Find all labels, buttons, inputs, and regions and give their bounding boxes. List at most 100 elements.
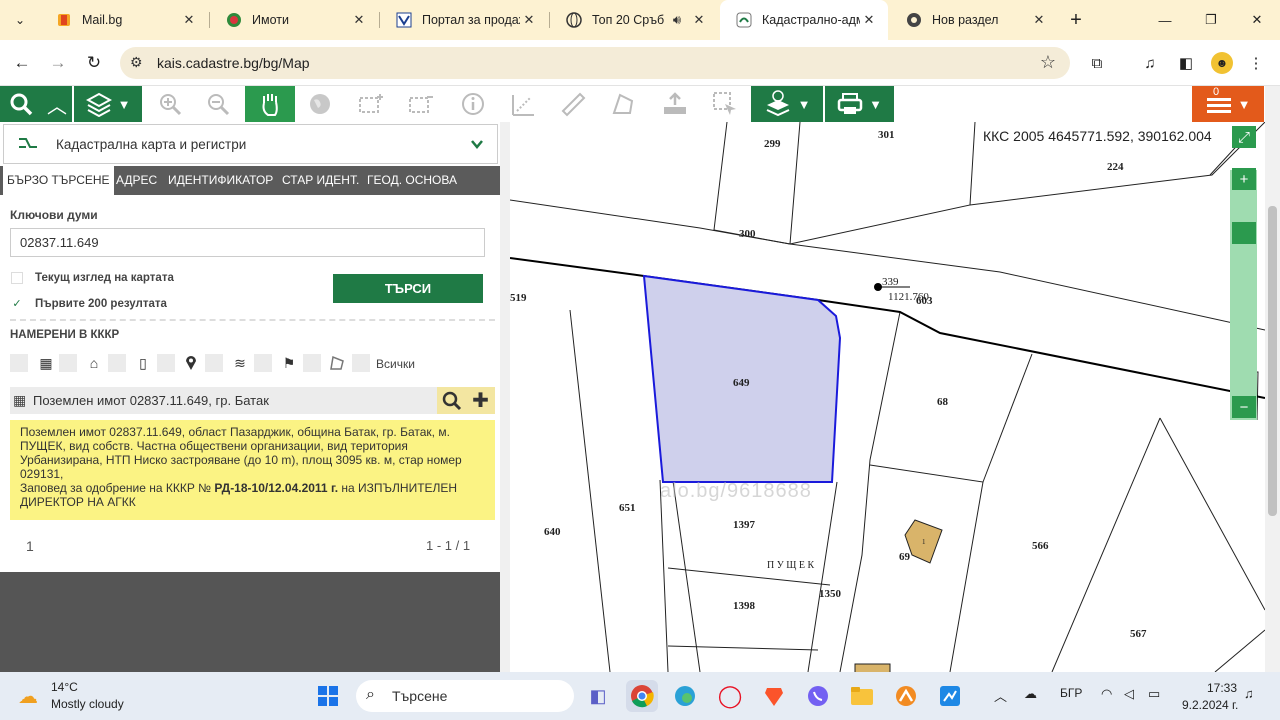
close-icon[interactable]: ✕ (1030, 12, 1048, 28)
weather-temperature[interactable]: 14°C (51, 680, 78, 694)
omnibox[interactable]: ⚙ kais.cadastre.bg/bg/Map ☆ (120, 47, 1070, 79)
url-text[interactable]: kais.cadastre.bg/bg/Map (157, 55, 310, 71)
layers-icon[interactable]: ≋ (231, 354, 249, 372)
result-header[interactable]: ▦ Поземлен имот 02837.11.649, гр. Батак … (10, 387, 495, 414)
tab-search-icon[interactable]: ⌄ (6, 7, 34, 33)
tab-portal[interactable]: Портал за продаж ✕ (380, 0, 548, 40)
tab-cadastre[interactable]: Кадастрално-адм ✕ (720, 0, 888, 40)
battery-icon[interactable]: ▭ (1148, 686, 1160, 702)
map-canvas[interactable]: 299 301 224 300 339 1121.760 603 519 649… (510, 122, 1265, 672)
menu-hamburger-icon[interactable]: ▼ (1192, 86, 1264, 122)
tab-top20[interactable]: Топ 20 Сръбск 🔊︎ ✕ (550, 0, 718, 40)
polygon-icon[interactable] (328, 354, 346, 372)
print-icon[interactable]: ▼ (825, 86, 894, 122)
cadastral-map[interactable]: 299 301 224 300 339 1121.760 603 519 649… (500, 122, 1265, 672)
viber-icon[interactable] (802, 680, 834, 712)
teams-icon[interactable]: ◧ (582, 680, 614, 712)
language-indicator[interactable]: БГР (1060, 686, 1082, 700)
back-icon[interactable]: ← (9, 50, 35, 76)
windows-start-icon[interactable] (312, 680, 344, 712)
result-order-number[interactable]: РД-18-10/12.04.2011 г. (214, 481, 338, 495)
filter-checkbox[interactable] (10, 354, 28, 372)
page-scrollbar[interactable] (1265, 86, 1280, 672)
side-panel-icon[interactable]: ◧ (1175, 52, 1197, 74)
layers-icon[interactable]: ▼ (74, 86, 142, 122)
flag-icon[interactable]: ⚑ (280, 354, 298, 372)
close-icon[interactable]: ✕ (690, 12, 708, 28)
file-explorer-icon[interactable] (846, 680, 878, 712)
tab-address[interactable]: АДРЕС (116, 166, 157, 195)
select-pointer-icon[interactable] (708, 86, 742, 122)
tab-identifier[interactable]: ИДЕНТИФИКАТОР (168, 166, 273, 195)
add-result-icon[interactable]: ✚ (466, 387, 495, 414)
tab-imoti[interactable]: Имоти ✕ (210, 0, 378, 40)
upload-icon[interactable] (658, 86, 692, 122)
taskbar-search[interactable]: ⌕ Търсене (356, 680, 574, 712)
app-orange-icon[interactable] (890, 680, 922, 712)
filter-checkbox[interactable] (157, 354, 175, 372)
location-pin-icon[interactable] (182, 354, 200, 372)
zoom-in-button[interactable]: + (1232, 168, 1256, 190)
scrollbar-thumb[interactable] (1268, 206, 1277, 516)
select-area-icon[interactable] (354, 86, 388, 122)
filter-checkbox[interactable] (254, 354, 272, 372)
collapse-icon[interactable]: ︿ (42, 86, 72, 122)
notification-bell-icon[interactable]: ♫ (1244, 686, 1254, 701)
reload-icon[interactable]: ↻ (81, 50, 107, 76)
deselect-area-icon[interactable] (404, 86, 438, 122)
clock-time[interactable]: 17:33 (1207, 681, 1237, 695)
measure-area-icon[interactable] (606, 86, 640, 122)
bookmark-star-icon[interactable]: ☆ (1040, 52, 1056, 73)
zoom-in-icon[interactable] (152, 86, 188, 122)
weather-cloud-icon[interactable]: ☁ (18, 684, 38, 709)
filter-checkbox[interactable] (59, 354, 77, 372)
onedrive-icon[interactable]: ☁ (1024, 686, 1037, 702)
filter-checkbox-all[interactable] (352, 354, 370, 372)
app-blue-icon[interactable] (934, 680, 966, 712)
site-info-icon[interactable]: ⚙ (130, 54, 143, 71)
zoom-slider-handle[interactable] (1232, 222, 1256, 244)
speaker-icon[interactable]: 🔊︎ (664, 12, 690, 28)
tab-mail[interactable]: Mail.bg ✕ (40, 0, 208, 40)
layer-select-dropdown[interactable]: Кадастрална карта и регистри (3, 124, 498, 164)
zoom-out-icon[interactable] (200, 86, 236, 122)
first200-checkbox[interactable]: ✓ (11, 298, 23, 310)
measure-grid-icon[interactable] (506, 86, 540, 122)
zoom-out-button[interactable]: − (1232, 396, 1256, 418)
restore-icon[interactable]: ❐ (1188, 0, 1234, 40)
close-icon[interactable]: ✕ (520, 12, 538, 28)
keywords-input[interactable]: 02837.11.649 (10, 228, 485, 257)
fullscreen-icon[interactable]: ⤢ (1232, 126, 1256, 148)
forward-icon[interactable]: → (45, 50, 71, 76)
minimize-icon[interactable]: — (1142, 0, 1188, 40)
zoom-to-result-icon[interactable] (437, 387, 466, 414)
info-icon[interactable] (456, 86, 490, 122)
weather-description[interactable]: Mostly cloudy (51, 697, 124, 711)
tab-old-identifier[interactable]: СТАР ИДЕНТ. (282, 166, 359, 195)
ruler-icon[interactable] (556, 86, 590, 122)
extensions-icon[interactable]: ⧉ (1086, 52, 1108, 74)
pan-hand-icon[interactable] (245, 86, 295, 122)
volume-icon[interactable]: ◁ (1124, 686, 1134, 702)
tab-new[interactable]: Нов раздел ✕ (890, 0, 1058, 40)
filter-checkbox[interactable] (205, 354, 223, 372)
clock-date[interactable]: 9.2.2024 г. (1182, 698, 1238, 712)
current-view-checkbox[interactable] (11, 272, 23, 284)
opera-icon[interactable]: ◯ (714, 680, 746, 712)
tray-chevron-up-icon[interactable]: ︿ (994, 686, 1007, 705)
brave-icon[interactable] (758, 680, 790, 712)
media-control-icon[interactable]: ♫ (1139, 52, 1161, 74)
close-window-icon[interactable]: ✕ (1234, 0, 1280, 40)
apartment-icon[interactable]: ▯ (134, 354, 152, 372)
filter-checkbox[interactable] (108, 354, 126, 372)
pager-page[interactable]: 1 (26, 538, 34, 554)
close-icon[interactable]: ✕ (350, 12, 368, 28)
chrome-taskbar-icon[interactable] (626, 680, 658, 712)
tab-quick-search[interactable]: БЪРЗО ТЪРСЕНЕ (3, 166, 114, 195)
new-tab-button[interactable]: + (1064, 7, 1088, 33)
search-icon[interactable] (0, 86, 42, 122)
house-icon[interactable]: ⌂ (85, 354, 103, 372)
menu-kebab-icon[interactable]: ⋮ (1245, 52, 1267, 74)
edge-icon[interactable] (669, 680, 701, 712)
wifi-icon[interactable]: ◠ (1101, 686, 1112, 702)
